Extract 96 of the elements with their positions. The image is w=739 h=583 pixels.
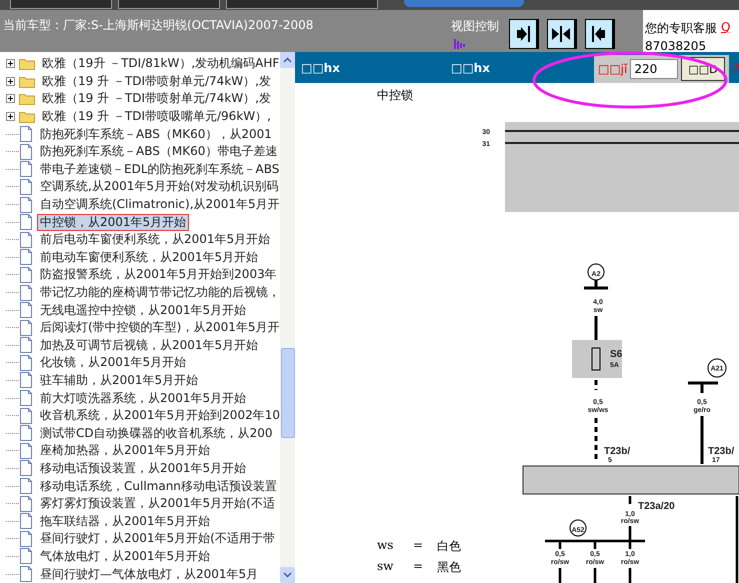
tree-item[interactable]: 移动电话预设装置，从2001年5月开始 — [38, 460, 248, 476]
header-text: □□hx — [301, 61, 341, 77]
legend-equals: = — [413, 538, 424, 554]
arrow-left-icon — [590, 25, 608, 43]
folder-icon — [19, 74, 35, 88]
legend-equals: = — [413, 559, 424, 575]
tree-item[interactable]: 欧雅（19升 －TDI/81kW）,发动机编码AHF — [40, 56, 280, 72]
toolbar-tab[interactable] — [10, 0, 112, 9]
service-label: 您的专职客服 — [645, 20, 717, 37]
expand-icon[interactable] — [6, 59, 15, 68]
tree-item[interactable]: 防抱死刹车系统－ABS（MK60），从2001 — [38, 126, 274, 142]
document-icon — [19, 390, 33, 406]
document-icon — [19, 354, 33, 371]
tree-item[interactable]: 空调系统,从2001年5月开始(对发动机识别码 — [38, 179, 280, 194]
scroll-thumb[interactable] — [281, 348, 295, 438]
tree-item[interactable]: 拖车联结器，从2001年5月开始 — [38, 514, 212, 529]
legend-color-name: 白色 — [437, 538, 462, 555]
legend-code: ws — [377, 538, 394, 554]
toolbar-tab[interactable] — [118, 0, 220, 9]
document-icon — [19, 337, 33, 354]
tree-item[interactable]: 雾灯雾灯预设装置，从2001年5月开始(不适 — [38, 496, 277, 512]
arrow-right-icon — [514, 25, 532, 43]
tree-item[interactable]: 化妆镜，从2001年5月开始 — [38, 355, 188, 370]
trailing-text: 2 — [732, 61, 739, 77]
document-icon — [19, 442, 33, 459]
document-icon — [19, 548, 33, 564]
current-model-text: 当前车型：厂家:S-上海斯柯达明锐(OCTAVIA)2007-2008 — [2, 17, 314, 34]
document-icon — [19, 249, 33, 266]
folder-icon — [19, 92, 35, 106]
page-input[interactable]: 220 — [630, 59, 678, 79]
document-icon — [19, 214, 33, 230]
scroll-down-button[interactable] — [280, 567, 295, 583]
tree-item[interactable]: 欧雅（19 升 －TDI带喷射单元/74kW）,发 — [40, 74, 273, 89]
folder-icon — [19, 57, 35, 70]
page-label: □□jǐ — [598, 62, 628, 76]
document-icon — [19, 161, 33, 178]
view-button[interactable] — [509, 19, 539, 49]
document-icon — [19, 196, 33, 213]
legend-color-name: 黑色 — [437, 559, 462, 576]
tree-item[interactable]: 自动空调系统(Climatronic),从2001年5月开 — [38, 197, 280, 212]
tree-item[interactable]: 移动电话系统，Cullmann移动电话预设装置 — [38, 478, 279, 494]
tree-item[interactable]: 前大灯喷洗器系统，从2001年5月开始 — [38, 390, 248, 406]
tree-item[interactable]: 测试带CD自动换碟器的收音机系统，从200 — [38, 426, 275, 441]
header-text: □□hx — [451, 61, 491, 77]
document-icon — [19, 425, 33, 442]
tree-item[interactable]: 后阅读灯(带中控锁的车型)，从2001年5月开 — [38, 320, 280, 336]
tree-item[interactable]: 座椅加热器，从2001年5月开始 — [38, 443, 212, 458]
tree-item[interactable]: 中控锁，从2001年5月开始 — [38, 214, 188, 230]
document-icon — [19, 320, 33, 336]
service-number: 87038205 — [645, 40, 708, 54]
document-icon — [19, 408, 33, 424]
tree-item[interactable]: 加热及可调节后视镜，从2001年5月开始 — [38, 338, 260, 353]
tree-item[interactable]: 带电子差速锁－EDL的防抱死刹车系统－ABS — [38, 162, 280, 177]
tree-item[interactable]: 防抱死刹车系统－ABS（MK60）带电子差速 — [38, 144, 280, 160]
document-icon — [19, 372, 33, 388]
expand-icon[interactable] — [6, 94, 15, 104]
folder-icon — [19, 110, 35, 124]
tree-item[interactable]: 收音机系统，从2001年5月开始到2002年10 — [38, 408, 280, 424]
document-icon — [19, 302, 33, 318]
tree-item[interactable]: 昼间行驶灯—气体放电灯，从2001年5月 — [38, 566, 260, 582]
toolbar-tab[interactable] — [226, 0, 378, 9]
tree-item[interactable]: 前后电动车窗便利系统，从2001年5月开始 — [38, 232, 272, 248]
expand-icon[interactable] — [6, 76, 15, 86]
chevron-up-icon — [283, 57, 292, 63]
document-icon — [19, 126, 33, 142]
signal-icon — [454, 39, 468, 49]
document-icon — [19, 284, 33, 301]
tree-item[interactable]: 带记忆功能的座椅调节带记忆功能的后视镜， — [38, 285, 280, 300]
tree-item[interactable]: 前电动车窗便利系统，从2001年5月开始 — [38, 250, 260, 265]
document-icon — [19, 266, 33, 283]
view-button[interactable] — [585, 19, 615, 49]
expand-icon[interactable] — [6, 112, 15, 122]
service-link[interactable]: Q — [721, 20, 730, 37]
legend-code: sw — [377, 559, 394, 575]
view-button[interactable] — [547, 19, 577, 49]
tree-item[interactable]: 无线电遥控中控锁，从2001年5月开始 — [38, 302, 248, 318]
document-icon — [19, 478, 33, 494]
document-icon — [19, 232, 33, 248]
document-icon — [19, 144, 33, 160]
tree-item[interactable]: 驻车辅助，从2001年5月开始 — [38, 372, 200, 388]
tree-item[interactable]: 欧雅（19 升 －TDI带喷射单元/74kW）,发 — [40, 91, 273, 106]
document-icon — [19, 460, 33, 476]
view-control-label: 视图控制 — [451, 18, 500, 35]
tree-item[interactable]: 防盗报警系统，从2001年5月开始到2003年 — [38, 267, 279, 282]
collapse-arrows-icon — [552, 25, 570, 43]
scroll-up-button[interactable] — [280, 52, 295, 68]
scrollbar[interactable] — [280, 52, 295, 583]
chevron-down-icon — [283, 572, 292, 578]
document-icon — [19, 513, 33, 530]
document-icon — [19, 530, 33, 547]
diagram-title: 中控锁 — [377, 87, 413, 104]
tree-item[interactable]: 欧雅（19 升 －TDI带喷吸嘴单元/96kW）, — [40, 109, 273, 124]
document-icon — [19, 178, 33, 195]
tree-item[interactable]: 气体放电灯，从2001年5月开始 — [38, 548, 212, 564]
document-icon — [19, 496, 33, 512]
tree-item[interactable]: 昼间行驶灯，从2001年5月开始(不适用于带 — [38, 531, 277, 546]
